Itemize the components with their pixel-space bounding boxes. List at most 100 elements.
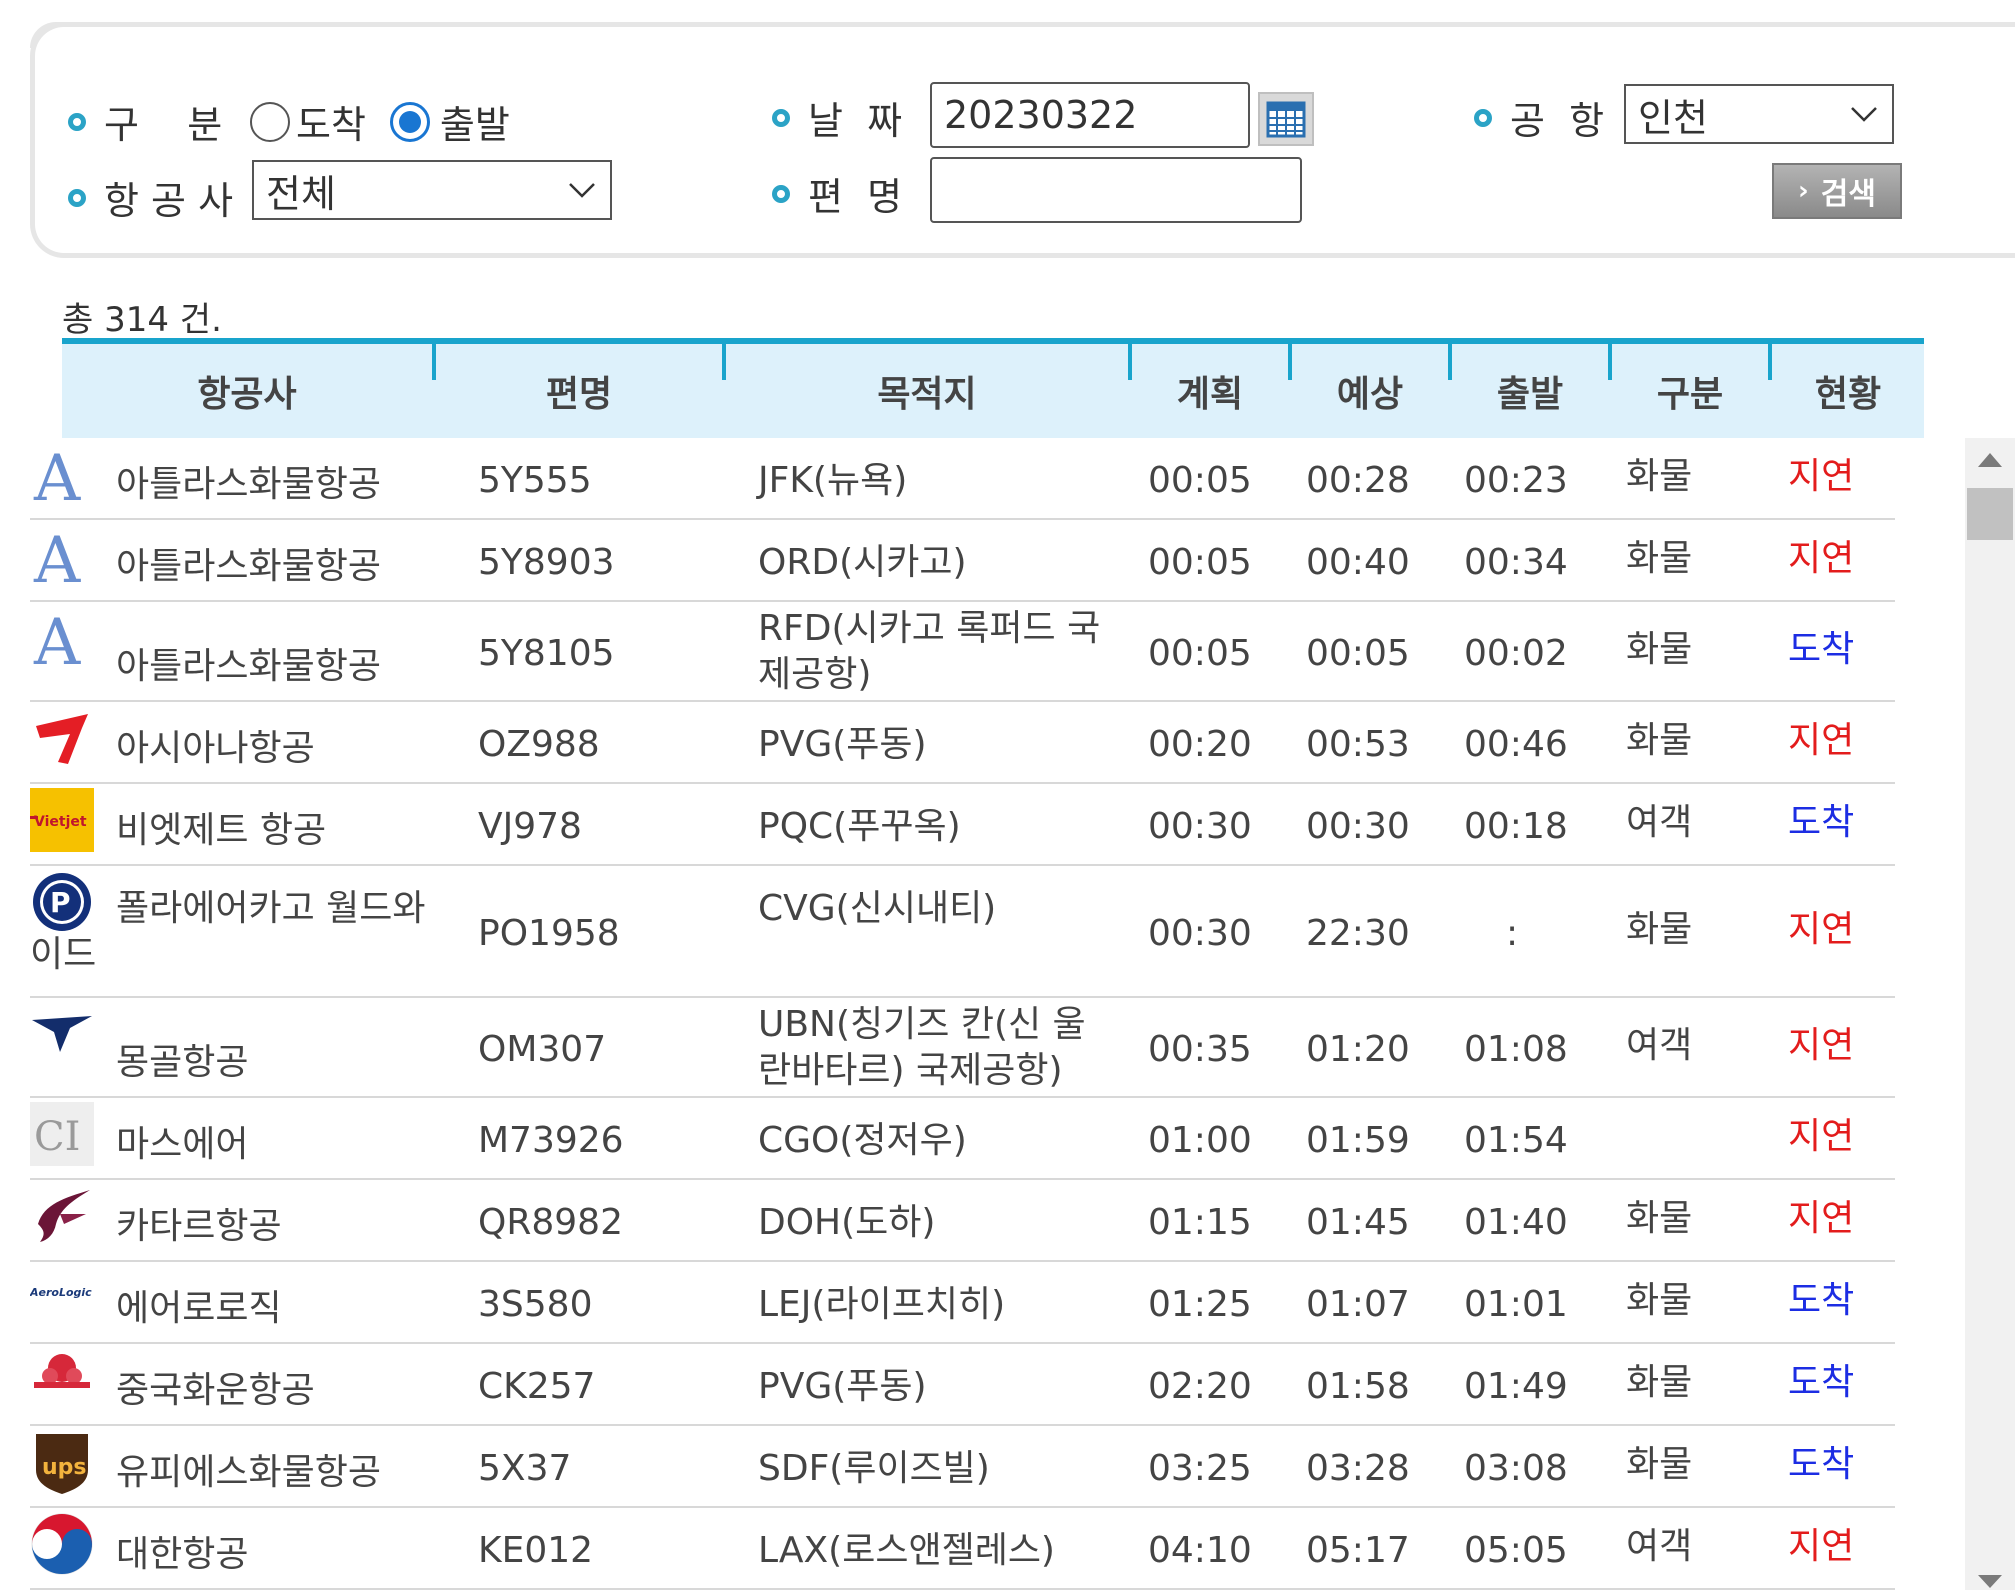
estimated-time: 01:07 (1306, 1284, 1410, 1325)
flight-status: 지연 (1788, 1526, 1855, 1567)
flight-status: 지연 (1788, 1025, 1855, 1066)
flight-number: QR8982 (478, 1202, 623, 1243)
flight-status: 도착 (1788, 802, 1855, 843)
estimated-time: 22:30 (1306, 913, 1410, 954)
destination: SDF(루이즈빌) (758, 1448, 990, 1489)
header-destination: 목적지 (877, 374, 977, 415)
table-row[interactable]: Vietjet 비엣제트 항공 VJ978 PQC(푸꾸옥) 00:30 00:30 00… (30, 784, 1895, 866)
flight-status: 지연 (1788, 720, 1855, 761)
estimated-time: 00:40 (1306, 542, 1410, 583)
calendar-button[interactable] (1258, 92, 1314, 146)
search-button-label: 검색 (1820, 177, 1876, 212)
header-estimated: 예상 (1336, 374, 1404, 415)
total-count: 총 314 건. (62, 300, 222, 340)
destination: JFK(뉴욕) (758, 460, 908, 501)
bullet-icon (68, 188, 86, 207)
departed-time: 03:08 (1464, 1448, 1568, 1489)
scrollbar-thumb[interactable] (1967, 488, 2013, 540)
atlas-air-logo-icon: A (30, 524, 94, 598)
table-row[interactable]: CI 마스에어 M73926 CGO(정저우) 01:00 01:59 01:54 지연 (30, 1098, 1895, 1180)
table-row[interactable]: 중국화운항공 CK257 PVG(푸동) 02:20 01:58 01:49 화물 도착 (30, 1344, 1895, 1426)
table-row[interactable]: A 아틀라스화물항공 5Y8105 RFD(시카고 록퍼드 국제공항) 00:05 00… (30, 602, 1895, 702)
flight-category: 여객 (1626, 802, 1693, 843)
ups-logo-icon: ups (30, 1430, 94, 1494)
korean-air-logo-icon (30, 1512, 94, 1576)
planned-time: 02:20 (1148, 1366, 1252, 1407)
arrival-radio[interactable] (250, 101, 290, 142)
flight-category: 화물 (1626, 538, 1693, 579)
table-row[interactable]: 아시아나항공 OZ988 PVG(푸동) 00:20 00:53 00:46 화물 지연 (30, 702, 1895, 784)
airline-label: 항 공 사 (104, 179, 234, 223)
mas-air-logo-icon: CI (30, 1102, 94, 1166)
departed-time: 00:46 (1464, 724, 1568, 765)
table-row[interactable]: 대한항공 KE012 LAX(로스앤젤레스) 04:10 05:17 05:05 여객 지연 (30, 1508, 1895, 1590)
destination: PVG(푸동) (758, 1366, 927, 1407)
flight-status: 도착 (1788, 1362, 1855, 1403)
airline-name: 중국화운항공 (116, 1370, 315, 1411)
date-label: 날 짜 (808, 99, 903, 143)
flight-category: 여객 (1626, 1526, 1693, 1567)
destination: ORD(시카고) (758, 542, 967, 583)
flight-input[interactable] (930, 157, 1302, 223)
header-airline: 항공사 (197, 374, 297, 415)
departed-time: 01:49 (1464, 1366, 1568, 1407)
departed-time: 00:23 (1464, 460, 1568, 501)
table-row[interactable]: A 아틀라스화물항공 5Y8903 ORD(시카고) 00:05 00:40 00:34 화… (30, 520, 1895, 602)
planned-time: 00:35 (1148, 1029, 1252, 1070)
flight-status: 도착 (1788, 1444, 1855, 1485)
airline-select-value: 전체 (266, 171, 336, 216)
destination: LAX(로스앤젤레스) (758, 1530, 1055, 1571)
planned-time: 03:25 (1148, 1448, 1252, 1489)
destination: PQC(푸꾸옥) (758, 806, 961, 847)
table-row[interactable]: A 아틀라스화물항공 5Y555 JFK(뉴욕) 00:05 00:28 00:23 화물 지… (30, 438, 1895, 520)
header-departed: 출발 (1496, 374, 1564, 415)
search-button[interactable]: › 검색 (1772, 163, 1902, 219)
airline-name: 마스에어 (116, 1124, 249, 1165)
destination: CGO(정저우) (758, 1120, 967, 1161)
table-row[interactable]: AeroLogic 에어로로직 3S580 LEJ(라이프치히) 01:25 01:07… (29, 1262, 1895, 1344)
flight-table-body: A 아틀라스화물항공 5Y555 JFK(뉴욕) 00:05 00:28 00:23 화물 지… (29, 438, 1895, 1590)
flight-number: VJ978 (478, 806, 582, 847)
planned-time: 00:30 (1148, 913, 1252, 954)
flight-category: 화물 (1626, 1444, 1693, 1485)
airline-name: 아틀라스화물항공 (116, 646, 381, 687)
airport-select[interactable]: 인천 (1624, 84, 1894, 144)
date-input[interactable]: 20230322 (930, 82, 1250, 148)
table-row[interactable]: ups 유피에스화물항공 5X37 SDF(루이즈빌) 03:25 03:28 03:08… (30, 1426, 1895, 1508)
flight-status: 지연 (1788, 909, 1855, 950)
airport-filter-label: 공 항 (1474, 90, 1604, 145)
flight-category: 화물 (1626, 629, 1693, 670)
flight-number: 5Y555 (478, 460, 592, 501)
planned-time: 00:20 (1148, 724, 1252, 765)
svg-text:A: A (33, 606, 81, 670)
scroll-up-arrow-icon[interactable] (1975, 450, 2005, 470)
table-row[interactable]: P 폴라에어카고 월드와이드 PO1958 CVG(신시내티) 00:30 22:30:… (30, 866, 1895, 998)
airline-filter-label: 항 공 사 (68, 170, 233, 225)
departed-time: 01:08 (1464, 1029, 1568, 1070)
departed-time: 00:18 (1464, 806, 1568, 847)
svg-text:A: A (33, 442, 81, 506)
bullet-icon (68, 112, 86, 131)
destination: RFD(시카고 록퍼드 국제공항) (758, 608, 1101, 695)
table-row[interactable]: 몽골항공 OM307 UBN(칭기즈 칸(신 울란바타르) 국제공항) 00:35 01… (30, 998, 1895, 1098)
bullet-icon (1474, 108, 1492, 127)
airline-select[interactable]: 전체 (252, 160, 612, 220)
airline-name: 비엣제트 항공 (116, 810, 327, 851)
flight-status: 지연 (1788, 1198, 1855, 1239)
planned-time: 04:10 (1148, 1530, 1252, 1571)
planned-time: 01:25 (1148, 1284, 1252, 1325)
table-scrollbar[interactable] (1965, 438, 2015, 1590)
table-row[interactable]: 카타르항공 QR8982 DOH(도하) 01:15 01:45 01:40 화물 지연 (30, 1180, 1895, 1262)
asiana-logo-icon (30, 706, 94, 770)
departure-radio[interactable] (389, 101, 430, 142)
scroll-down-arrow-icon[interactable] (1975, 1572, 2005, 1590)
destination: LEJ(라이프치히) (758, 1284, 1006, 1325)
flight-number: 3S580 (478, 1284, 593, 1325)
estimated-time: 01:58 (1306, 1366, 1410, 1407)
estimated-time: 01:20 (1306, 1029, 1410, 1070)
flight-number: 5X37 (478, 1448, 572, 1489)
svg-text:A: A (33, 524, 81, 588)
airline-name: 몽골항공 (116, 1042, 249, 1083)
flight-number: M73926 (478, 1120, 624, 1161)
header-planned: 계획 (1176, 374, 1244, 415)
